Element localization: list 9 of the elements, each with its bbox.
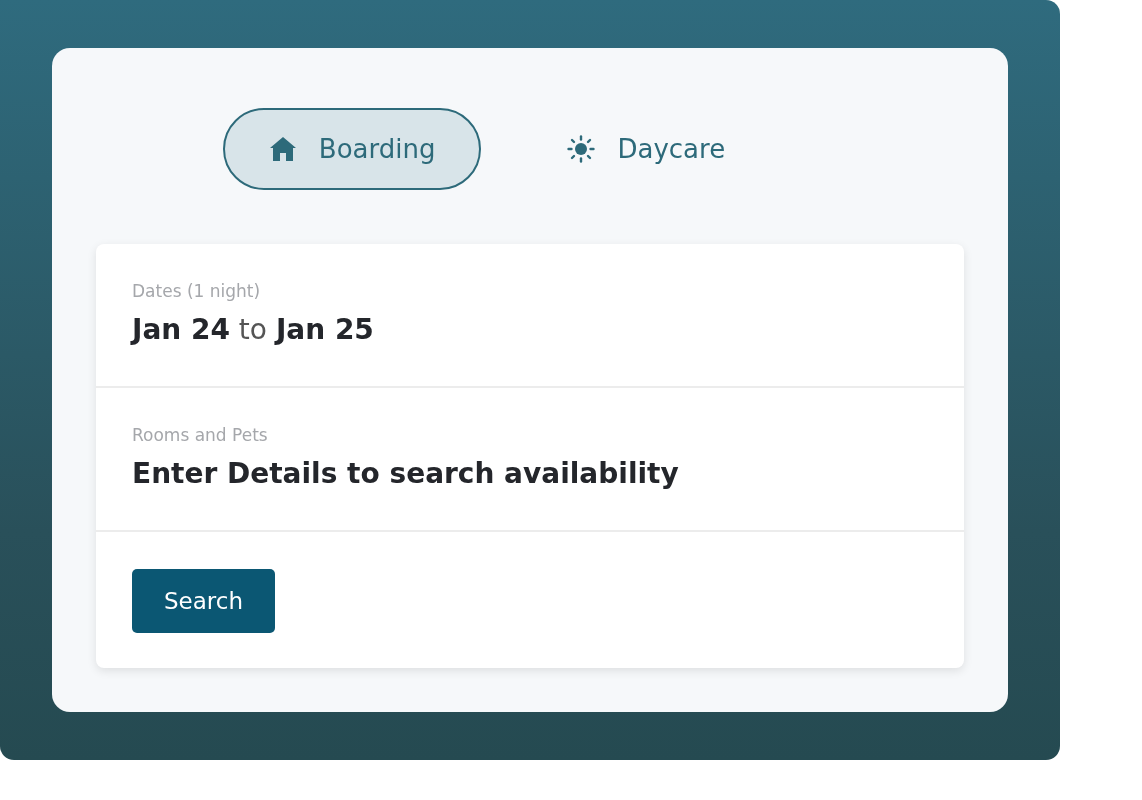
sun-icon bbox=[567, 135, 596, 163]
search-button[interactable]: Search bbox=[132, 569, 276, 633]
field-value[interactable]: Enter Details to search availability bbox=[132, 457, 928, 490]
house-icon bbox=[268, 136, 297, 162]
tab[interactable]: Daycare bbox=[521, 108, 772, 190]
field-label: Dates (1 night) bbox=[132, 281, 262, 301]
tab[interactable]: Boarding bbox=[222, 108, 482, 190]
field-label: Rooms and Pets bbox=[132, 425, 269, 445]
field-value[interactable]: Jan 24 to Jan 25 bbox=[132, 313, 928, 346]
